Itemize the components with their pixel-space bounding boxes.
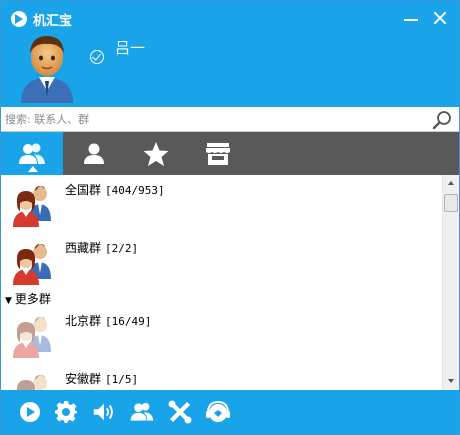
group-manage-button[interactable] — [129, 399, 155, 425]
search-icon[interactable] — [431, 109, 453, 131]
app-logo-icon — [20, 402, 40, 422]
customer-service-button[interactable] — [205, 399, 231, 425]
group-title: 安徽群 — [65, 372, 102, 386]
tools-button[interactable] — [167, 399, 193, 425]
app-title: 机汇宝 — [33, 14, 73, 29]
group-name: 西藏群 [2/2] — [65, 239, 138, 256]
minimize-button[interactable] — [400, 7, 422, 29]
star-icon — [143, 141, 169, 166]
list-item[interactable]: 全国群 [404/953] — [1, 175, 442, 233]
online-status-icon[interactable] — [90, 50, 104, 64]
scroll-down-arrow-icon[interactable] — [443, 373, 459, 389]
group-title: 西藏群 — [65, 241, 102, 255]
tab-contacts[interactable] — [63, 132, 125, 175]
search-input[interactable] — [5, 110, 425, 129]
close-button[interactable] — [429, 7, 451, 29]
store-icon — [206, 142, 230, 165]
group-name: 北京群 [16/49] — [65, 312, 151, 329]
group-avatar-icon — [13, 186, 51, 227]
section-label: 更多群 — [14, 292, 51, 306]
group-avatar-offline-icon — [16, 375, 47, 390]
settings-icon — [55, 401, 77, 423]
group-list: 全国群 [404/953] 西藏群 [2/2] ▼ 更多群 北京群 [16/49… — [1, 175, 442, 390]
tab-groups[interactable] — [1, 132, 63, 175]
list-item[interactable]: 西藏群 [2/2] — [1, 233, 442, 291]
person-icon — [84, 143, 104, 164]
username[interactable]: 吕一 — [115, 37, 145, 58]
scroll-thumb[interactable] — [444, 194, 458, 212]
group-member-count: [1/5] — [105, 373, 139, 386]
group-title: 北京群 — [65, 314, 102, 328]
settings-button[interactable] — [53, 399, 79, 425]
app-window: 机汇宝 吕一 搜索: 联系人、群 全国群 [404/953] 西藏群 [2/2]… — [0, 0, 460, 435]
service-icon — [206, 400, 230, 422]
bottom-toolbar — [1, 390, 459, 434]
group-icon — [19, 143, 45, 164]
group-name: 全国群 [404/953] — [65, 181, 165, 198]
group-member-count: [2/2] — [105, 242, 139, 255]
speaker-icon — [93, 403, 113, 421]
tab-bar — [1, 132, 459, 175]
avatar[interactable] — [17, 31, 77, 103]
group-name: 安徽群 [1/5] — [65, 370, 138, 387]
app-logo-icon — [11, 11, 27, 27]
group-avatar-icon — [13, 244, 51, 285]
header: 机汇宝 吕一 — [1, 1, 459, 107]
scrollbar[interactable] — [442, 175, 459, 390]
active-tab-indicator — [28, 166, 38, 172]
more-groups-section-header[interactable]: ▼ 更多群 — [5, 290, 51, 307]
main-menu-button[interactable] — [17, 399, 43, 425]
group-member-count: [404/953] — [105, 184, 165, 197]
tab-store[interactable] — [187, 132, 249, 175]
scroll-up-arrow-icon[interactable] — [443, 176, 459, 192]
group-title: 全国群 — [65, 183, 102, 197]
tab-favorites[interactable] — [125, 132, 187, 175]
list-item[interactable]: 北京群 [16/49] — [1, 306, 442, 364]
search-bar — [1, 107, 459, 132]
group-icon — [130, 402, 154, 421]
group-avatar-offline-icon — [13, 317, 51, 358]
group-member-count: [16/49] — [105, 315, 152, 328]
list-item[interactable]: 安徽群 [1/5] — [1, 364, 442, 390]
tools-icon — [168, 400, 192, 424]
collapse-arrow-icon: ▼ — [5, 296, 12, 306]
sound-button[interactable] — [91, 399, 117, 425]
